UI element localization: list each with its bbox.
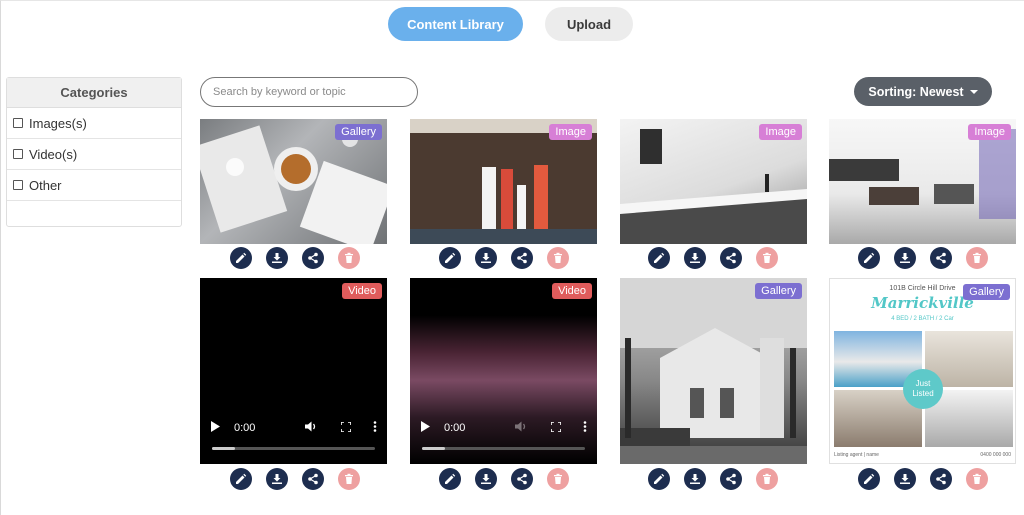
media-card[interactable]: Gallery — [620, 278, 807, 464]
share-icon[interactable] — [930, 247, 952, 269]
video-time: 0:00 — [444, 422, 466, 434]
share-icon[interactable] — [930, 468, 952, 490]
sorting-label: Sorting: Newest — [868, 84, 964, 99]
trash-icon[interactable] — [547, 468, 569, 490]
card-actions — [439, 247, 569, 269]
category-label: Images(s) — [29, 115, 87, 131]
trash-icon[interactable] — [338, 468, 360, 490]
edit-icon[interactable] — [648, 468, 670, 490]
play-icon[interactable] — [420, 421, 430, 435]
content-library-page: Content Library Upload Categories Images… — [0, 0, 1024, 515]
play-icon[interactable] — [210, 421, 220, 435]
edit-icon[interactable] — [439, 468, 461, 490]
share-icon[interactable] — [511, 468, 533, 490]
edit-icon[interactable] — [858, 247, 880, 269]
type-badge: Video — [342, 283, 382, 299]
type-badge: Video — [552, 283, 592, 299]
trash-icon[interactable] — [966, 468, 988, 490]
trash-icon[interactable] — [338, 247, 360, 269]
share-icon[interactable] — [302, 468, 324, 490]
media-card[interactable]: 101B Circle Hill Drive Marrickville 4 BE… — [829, 278, 1016, 464]
media-card[interactable]: Image — [829, 119, 1016, 244]
category-label: Video(s) — [29, 146, 78, 162]
more-options-icon[interactable] — [373, 421, 377, 435]
type-badge: Image — [759, 124, 802, 140]
video-card[interactable]: Video 0:00 — [410, 278, 597, 464]
villa-bw-image — [620, 278, 807, 464]
card-actions — [648, 247, 778, 269]
flyer-agent: Listing agent | name — [834, 452, 879, 458]
video-controls: 0:00 — [210, 420, 377, 436]
trash-icon[interactable] — [756, 468, 778, 490]
card-actions — [648, 468, 778, 490]
type-badge: Gallery — [755, 283, 802, 299]
edit-icon[interactable] — [230, 247, 252, 269]
type-badge: Image — [549, 124, 592, 140]
category-other[interactable]: Other — [7, 170, 181, 201]
trash-icon[interactable] — [756, 247, 778, 269]
flyer-specs: 4 BED / 2 BATH / 2 Car — [891, 316, 954, 322]
download-icon[interactable] — [684, 247, 706, 269]
category-videos[interactable]: Video(s) — [7, 139, 181, 170]
video-time: 0:00 — [234, 422, 256, 434]
media-card[interactable]: Gallery — [200, 119, 387, 244]
download-icon[interactable] — [894, 468, 916, 490]
sorting-dropdown[interactable]: Sorting: Newest — [854, 77, 992, 106]
type-badge: Gallery — [963, 284, 1010, 300]
card-actions — [230, 468, 360, 490]
card-actions — [858, 468, 988, 490]
card-actions — [439, 468, 569, 490]
categories-panel: Categories Images(s) Video(s) Other — [6, 77, 182, 227]
trash-icon[interactable] — [547, 247, 569, 269]
download-icon[interactable] — [266, 247, 288, 269]
type-badge: Image — [968, 124, 1011, 140]
download-icon[interactable] — [475, 468, 497, 490]
download-icon[interactable] — [475, 247, 497, 269]
video-progress-bar[interactable] — [212, 447, 375, 450]
card-actions — [858, 247, 988, 269]
volume-icon[interactable] — [305, 421, 317, 435]
share-icon[interactable] — [511, 247, 533, 269]
download-icon[interactable] — [684, 468, 706, 490]
share-icon[interactable] — [720, 468, 742, 490]
edit-icon[interactable] — [230, 468, 252, 490]
category-label: Other — [29, 177, 62, 193]
images-checkbox[interactable] — [13, 118, 23, 128]
tab-content-library[interactable]: Content Library — [388, 7, 523, 41]
more-options-icon[interactable] — [583, 421, 587, 435]
video-card[interactable]: Video 0:00 — [200, 278, 387, 464]
card-actions — [230, 247, 360, 269]
media-card[interactable]: Image — [620, 119, 807, 244]
categories-title: Categories — [7, 78, 181, 108]
type-badge: Gallery — [335, 124, 382, 140]
just-listed-badge: Just Listed — [903, 369, 943, 409]
video-progress-bar[interactable] — [422, 447, 585, 450]
other-checkbox[interactable] — [13, 180, 23, 190]
videos-checkbox[interactable] — [13, 149, 23, 159]
edit-icon[interactable] — [648, 247, 670, 269]
category-images[interactable]: Images(s) — [7, 108, 181, 139]
tab-upload[interactable]: Upload — [545, 7, 633, 41]
fullscreen-icon[interactable] — [550, 420, 562, 435]
edit-icon[interactable] — [439, 247, 461, 269]
edit-icon[interactable] — [858, 468, 880, 490]
download-icon[interactable] — [266, 468, 288, 490]
fullscreen-icon[interactable] — [340, 420, 352, 435]
download-icon[interactable] — [894, 247, 916, 269]
search-input[interactable] — [200, 77, 418, 107]
flyer-phone: 0400 000 000 — [980, 452, 1011, 458]
share-icon[interactable] — [302, 247, 324, 269]
trash-icon[interactable] — [966, 247, 988, 269]
media-card[interactable]: Image — [410, 119, 597, 244]
volume-icon[interactable] — [515, 421, 527, 435]
caret-down-icon — [969, 89, 978, 94]
share-icon[interactable] — [720, 247, 742, 269]
video-controls: 0:00 — [420, 420, 587, 436]
